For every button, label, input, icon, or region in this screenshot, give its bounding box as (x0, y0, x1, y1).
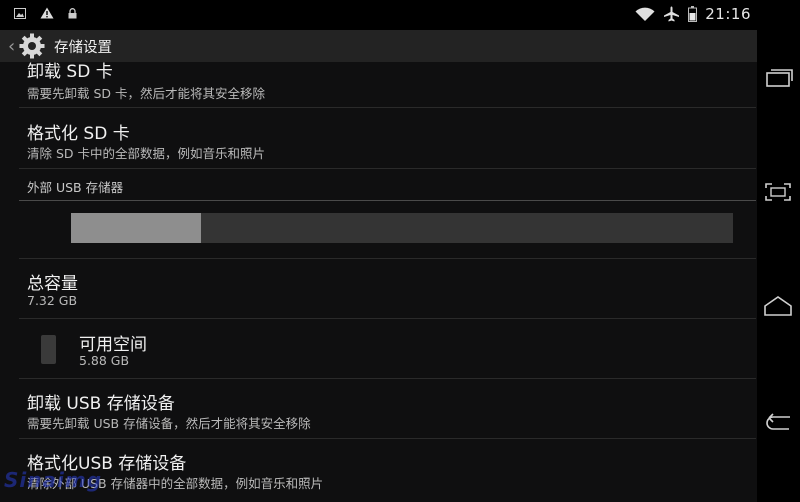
page-title: 存储设置 (54, 39, 112, 56)
back-caret-icon[interactable]: ‹ (8, 36, 16, 57)
status-time: 21:16 (705, 5, 751, 23)
available-space-swatch (41, 335, 56, 364)
action-bar: ‹ 存储设置 (0, 30, 757, 62)
usb-storage-section-title: 外部 USB 存储器 (27, 180, 124, 195)
format-sd-title: 格式化 SD 卡 (27, 124, 130, 144)
navigation-bar (757, 0, 800, 502)
lock-icon (68, 7, 77, 18)
status-bar: 21:16 (0, 0, 757, 30)
settings-gear-icon[interactable] (18, 32, 46, 60)
recent-apps-icon[interactable] (763, 66, 793, 90)
unmount-sd-item[interactable]: 卸载 SD 卡 需要先卸载 SD 卡，然后才能将其安全移除 (19, 62, 756, 108)
screen-fit-icon[interactable] (763, 180, 793, 204)
storage-settings-list[interactable]: 卸载 SD 卡 需要先卸载 SD 卡，然后才能将其安全移除 格式化 SD 卡 清… (0, 62, 757, 502)
format-sd-item[interactable]: 格式化 SD 卡 清除 SD 卡中的全部数据，例如音乐和照片 (19, 108, 756, 169)
total-capacity-value: 7.32 GB (27, 293, 78, 308)
unmount-sd-title: 卸载 SD 卡 (27, 62, 113, 82)
android-screen: 21:16 ‹ 存储设置 卸载 SD 卡 需要先卸载 SD 卡，然后才能将其安全… (0, 0, 800, 502)
battery-icon (688, 6, 698, 22)
unmount-sd-subtitle: 需要先卸载 SD 卡，然后才能将其安全移除 (27, 86, 266, 101)
unmount-usb-title: 卸载 USB 存储设备 (27, 394, 175, 414)
unmount-usb-subtitle: 需要先卸载 USB 存储设备，然后才能将其安全移除 (27, 416, 311, 431)
airplane-icon (664, 6, 680, 22)
available-space-title: 可用空间 (79, 335, 147, 355)
total-capacity-title: 总容量 (27, 274, 78, 294)
usb-storage-section-header: 外部 USB 存储器 (19, 168, 756, 201)
wifi-icon (635, 7, 655, 21)
storage-usage-bar-fill (71, 213, 202, 243)
unmount-usb-item[interactable]: 卸载 USB 存储设备 需要先卸载 USB 存储设备，然后才能将其安全移除 (19, 379, 756, 439)
image-notification-icon (14, 7, 26, 19)
available-space-item[interactable]: 可用空间 5.88 GB (19, 319, 756, 379)
storage-usage-bar (71, 213, 733, 243)
back-icon[interactable] (763, 410, 793, 434)
format-sd-subtitle: 清除 SD 卡中的全部数据，例如音乐和照片 (27, 146, 266, 161)
format-usb-item[interactable]: 格式化USB 存储设备 清除外部 USB 存储器中的全部数据，例如音乐和照片 (19, 439, 756, 499)
watermark-logo: Sinaimg (4, 468, 103, 492)
home-icon[interactable] (763, 295, 793, 319)
available-space-value: 5.88 GB (79, 353, 130, 368)
warning-icon (40, 7, 54, 19)
total-capacity-item[interactable]: 总容量 7.32 GB (19, 259, 756, 319)
